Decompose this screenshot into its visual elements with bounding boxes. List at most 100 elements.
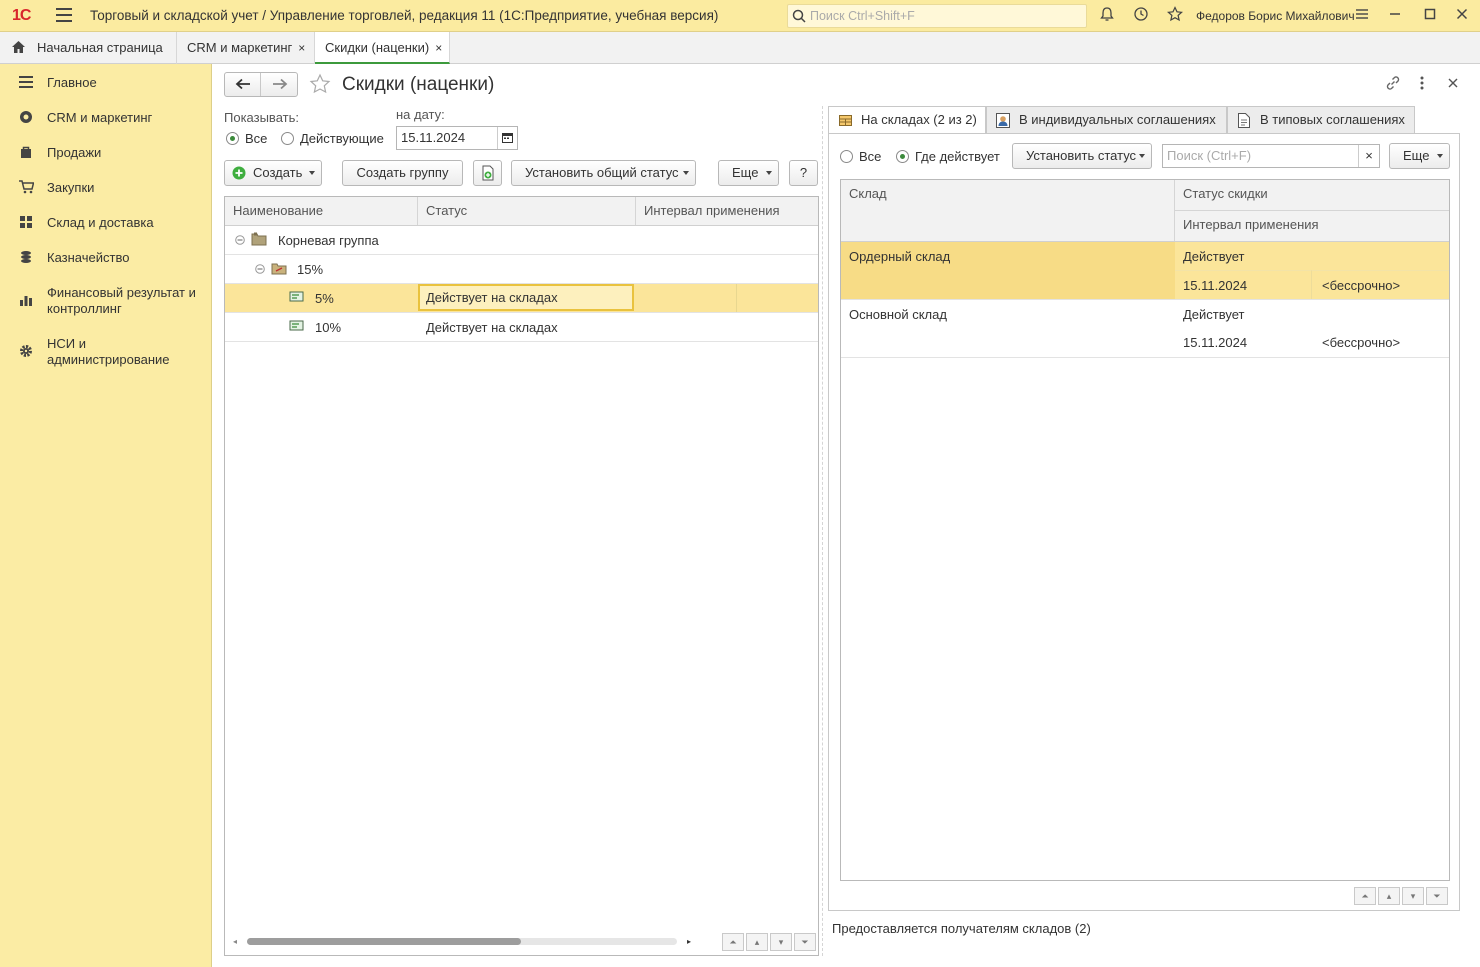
tab-warehouses[interactable]: На складах (2 из 2) [828,106,986,134]
main-menu-icon[interactable] [56,8,72,22]
sidebar-item-treasury[interactable]: Казначейство [0,250,212,266]
right-more-button[interactable]: Еще [1389,143,1450,169]
close-window-icon[interactable] [1452,6,1472,26]
radio-where-active[interactable]: Где действует [896,149,1000,164]
dropdown-arrow-icon [1139,154,1145,158]
recipients-footer: Предоставляется получателям складов (2) [832,921,1091,936]
sidebar-item-warehouse[interactable]: Склад и доставка [0,215,212,231]
scrollbar-thumb[interactable] [247,938,521,945]
maximize-icon[interactable] [1420,6,1440,26]
more-actions-icon[interactable] [1416,74,1428,95]
scroll-to-bottom-icon[interactable]: ⏷ [794,933,816,951]
sidebar-item-main[interactable]: Главное [0,75,212,91]
radio-off-icon [840,150,853,163]
home-icon [12,41,25,53]
table-row[interactable]: Корневая группа [225,226,818,255]
scroll-to-top-icon[interactable]: ⏶ [722,933,744,951]
forward-arrow-icon[interactable] [262,73,298,96]
radio-all-warehouses[interactable]: Все [840,149,881,164]
column-header-name[interactable]: Наименование [225,197,418,225]
link-icon[interactable] [1384,74,1402,95]
column-header-warehouse[interactable]: Склад [841,180,1175,241]
crm-icon [18,110,34,126]
column-header-status[interactable]: Статус скидки [1175,180,1449,211]
global-search-input[interactable]: Поиск Ctrl+Shift+F [787,4,1087,28]
row-status-cell[interactable]: Действует на складах [418,284,634,311]
radio-on-icon [226,132,239,145]
favorites-star-icon[interactable] [1165,6,1185,26]
tab-standard-agreements[interactable]: В типовых соглашениях [1227,106,1415,133]
radio-active[interactable]: Действующие [281,131,384,146]
table-row-selected[interactable]: Ордерный склад Действует 15.11.2024 <бес… [841,242,1449,300]
help-button[interactable]: ? [789,160,818,186]
history-icon[interactable] [1131,6,1151,26]
radio-all[interactable]: Все [226,131,267,146]
sidebar-item-label: Продажи [47,145,102,160]
search-input[interactable]: Поиск (Ctrl+F) × [1162,144,1380,168]
row-warehouse: Ордерный склад [841,242,1175,299]
horizontal-scrollbar[interactable] [247,938,677,945]
bell-icon[interactable] [1097,6,1117,26]
scroll-up-icon[interactable]: ▴ [746,933,768,951]
scroll-up-icon[interactable]: ▴ [1378,887,1400,905]
sidebar-item-finance[interactable]: Финансовый результат и контроллинг [0,285,200,317]
row-date-to: <бессрочно> [1312,270,1449,299]
search-icon [792,9,806,23]
sections-sidebar: Главное CRM и маркетинг Продажи Закупки … [0,64,212,967]
set-common-status-button[interactable]: Установить общий статус [511,160,696,186]
create-group-button[interactable]: Создать группу [342,160,463,186]
scroll-to-bottom-icon[interactable]: ⏷ [1426,887,1448,905]
sidebar-item-crm[interactable]: CRM и маркетинг [0,110,212,126]
scroll-right-icon[interactable]: ▸ [687,937,691,946]
table-row[interactable]: 15% [225,255,818,284]
nav-buttons [224,72,298,97]
tab-crm-label: CRM и маркетинг [187,40,293,55]
tab-crm[interactable]: CRM и маркетинг × [177,32,315,64]
set-status-button[interactable]: Установить статус [1012,143,1152,169]
more-button[interactable]: Еще [718,160,779,186]
date-value: 15.11.2024 [401,130,466,145]
back-arrow-icon[interactable] [225,73,261,96]
favorite-star-icon[interactable] [309,73,331,98]
sidebar-item-admin[interactable]: НСИ и администрирование [0,336,180,368]
cell-divider [736,284,737,312]
close-tab-icon[interactable]: × [435,41,442,55]
tab-discounts-label: Скидки (наценки) [325,40,430,55]
column-header-interval[interactable]: Интервал применения [636,197,818,225]
tab-home[interactable]: Начальная страница [0,32,177,64]
tab-discounts[interactable]: Скидки (наценки) × [315,32,450,64]
scroll-down-icon[interactable]: ▾ [770,933,792,951]
tab-individual-agreements[interactable]: В индивидуальных соглашениях [986,106,1227,133]
page-title: Скидки (наценки) [342,74,495,95]
create-button[interactable]: Создать [224,160,322,186]
column-header-interval[interactable]: Интервал применения [1175,211,1449,242]
panel-splitter[interactable] [822,106,823,956]
table-row[interactable]: 10% Действует на складах [225,313,818,342]
scroll-left-icon[interactable]: ◂ [233,937,237,946]
collapse-icon[interactable] [235,233,245,248]
copy-document-button[interactable] [473,160,502,186]
scroll-to-top-icon[interactable]: ⏶ [1354,887,1376,905]
show-label: Показывать: [224,110,299,125]
close-tab-icon[interactable]: × [298,41,305,55]
column-header-status[interactable]: Статус [418,197,636,225]
app-logo[interactable]: 1С [12,7,31,25]
row-status: Действует на складах [426,320,558,335]
date-field[interactable]: 15.11.2024 [396,126,518,150]
cart-icon [18,180,34,196]
current-user[interactable]: Федоров Борис Михайлович [1196,9,1355,23]
calendar-icon[interactable] [497,127,517,149]
table-row[interactable]: Основной склад Действует 15.11.2024 <бес… [841,300,1449,358]
table-row-selected[interactable]: 5% Действует на складах [225,284,818,313]
discounts-table[interactable]: Наименование Статус Интервал применения … [224,196,819,956]
sidebar-item-sales[interactable]: Продажи [0,145,212,161]
clear-search-icon[interactable]: × [1358,145,1379,167]
warehouses-table[interactable]: Склад Статус скидки Интервал применения … [840,179,1450,881]
collapse-icon[interactable] [255,262,265,277]
more-button-label: Еще [732,165,759,180]
minimize-icon[interactable] [1385,6,1405,26]
settings-list-icon[interactable] [1352,6,1372,26]
close-form-icon[interactable] [1446,76,1460,93]
sidebar-item-purchases[interactable]: Закупки [0,180,212,196]
scroll-down-icon[interactable]: ▾ [1402,887,1424,905]
